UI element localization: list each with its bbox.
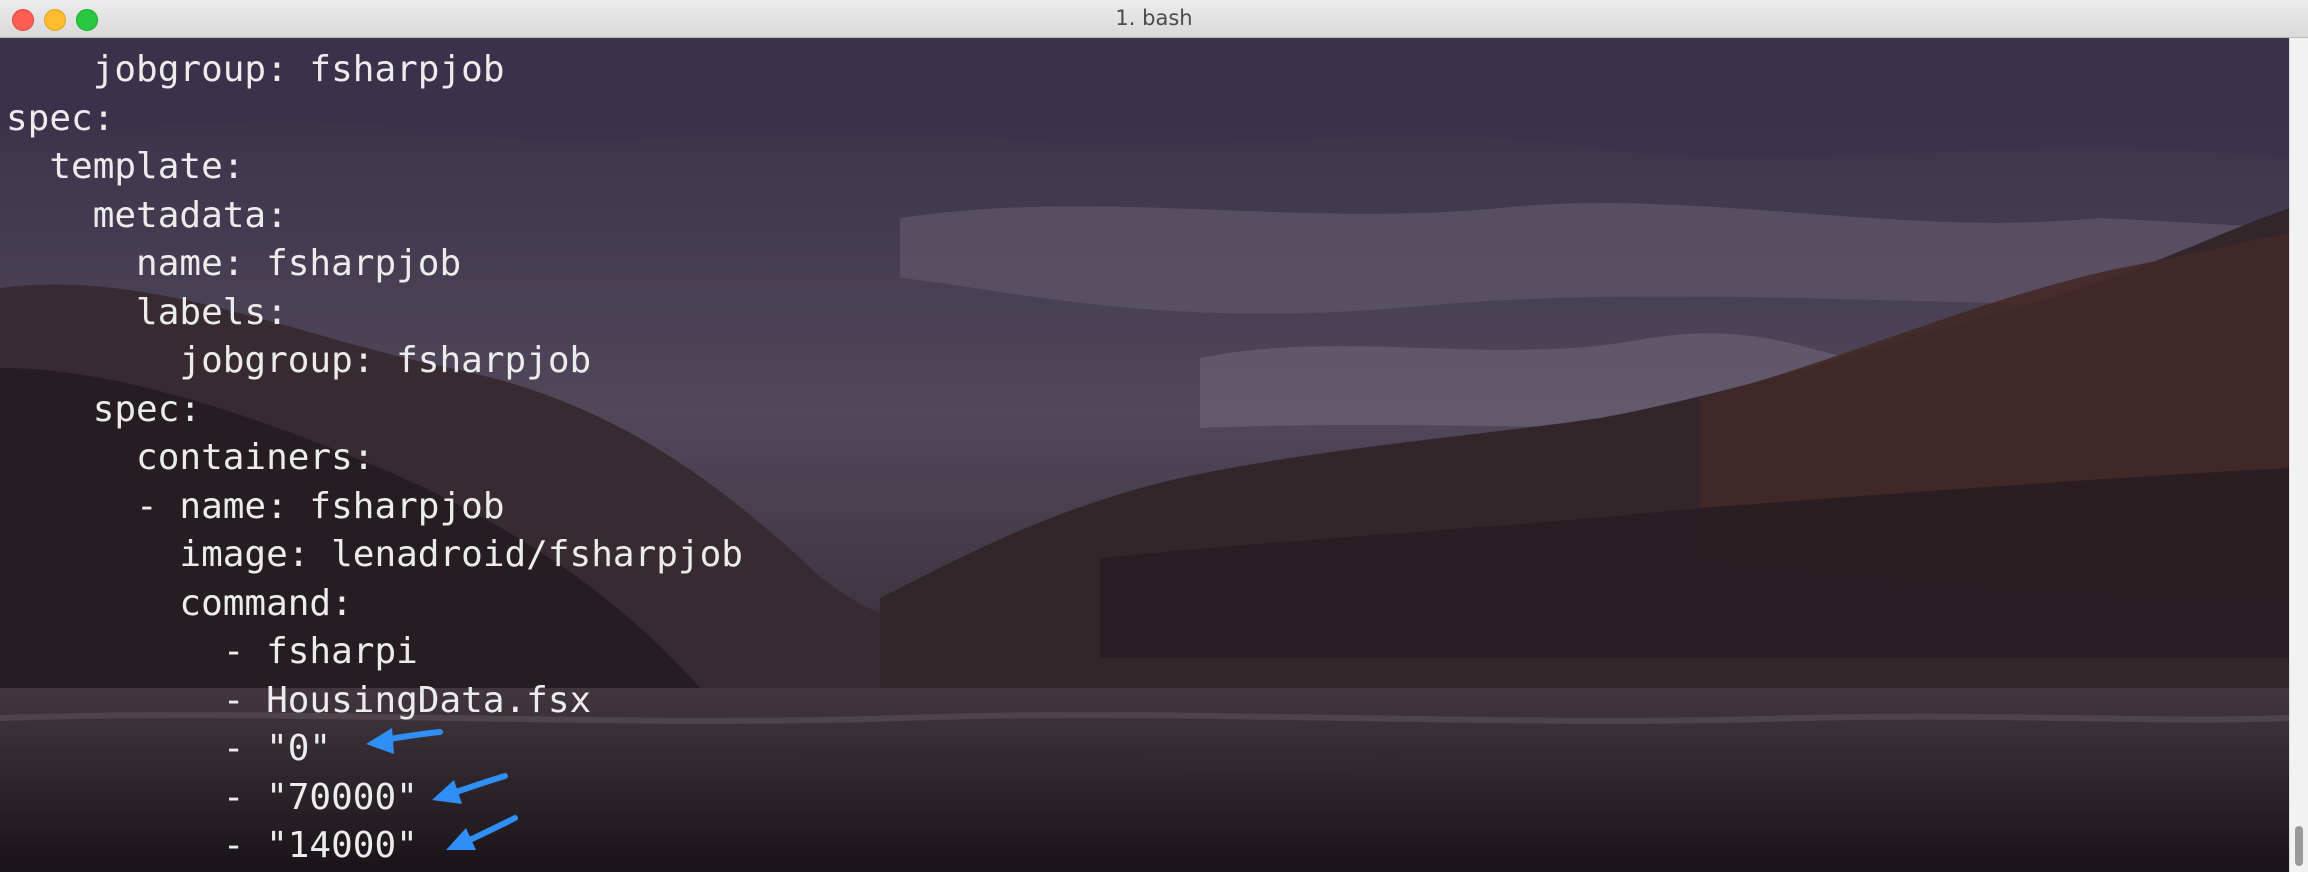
arrow-left-icon — [432, 773, 508, 804]
title-bar[interactable]: 1. bash — [0, 0, 2308, 38]
arrow-left-icon — [446, 815, 518, 850]
scrollbar-thumb[interactable] — [2295, 826, 2303, 866]
annotation-arrows — [366, 728, 518, 850]
vertical-scrollbar[interactable] — [2289, 38, 2308, 872]
terminal-pane[interactable]: jobgroup: fsharpjob spec: template: metad… — [0, 38, 2290, 872]
terminal-window: 1. bash jobgroup: fsharpjob spec: templa… — [0, 0, 2308, 872]
window-title: 1. bash — [1115, 6, 1193, 30]
arrow-left-icon — [366, 728, 443, 754]
